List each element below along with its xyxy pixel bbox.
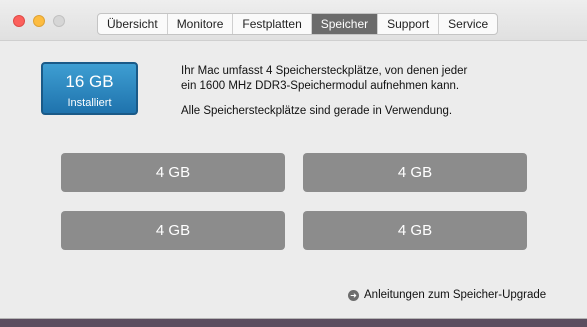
- zoom-window-button[interactable]: [53, 15, 65, 27]
- arrow-circle-icon: ➜: [348, 289, 359, 301]
- memory-slot-1: 4 GB: [61, 153, 285, 192]
- tab-uebersicht[interactable]: Übersicht: [98, 14, 168, 34]
- memory-slot-4: 4 GB: [303, 211, 527, 250]
- memory-installed-label: Installiert: [67, 97, 112, 109]
- memory-description-line-2: ein 1600 MHz DDR3-Speichermodul aufnehme…: [181, 80, 460, 92]
- tab-support[interactable]: Support: [378, 14, 440, 34]
- about-this-mac-window: Übersicht Monitore Festplatten Speicher …: [0, 0, 587, 319]
- memory-upgrade-link[interactable]: ➜ Anleitungen zum Speicher-Upgrade: [348, 288, 546, 302]
- tab-service[interactable]: Service: [439, 14, 497, 34]
- memory-slot-3: 4 GB: [61, 211, 285, 250]
- tab-speicher[interactable]: Speicher: [311, 14, 379, 34]
- tab-monitore[interactable]: Monitore: [168, 14, 234, 34]
- tab-bar: Übersicht Monitore Festplatten Speicher …: [97, 13, 499, 35]
- close-window-button[interactable]: [13, 15, 25, 27]
- minimize-window-button[interactable]: [33, 15, 45, 27]
- memory-total-value: 16 GB: [65, 72, 114, 91]
- memory-slot-2: 4 GB: [303, 153, 527, 192]
- memory-total-badge: 16 GB Installiert: [41, 62, 138, 115]
- memory-description-line-1: Ihr Mac umfasst 4 Speichersteckplätze, v…: [181, 65, 468, 77]
- titlebar: Übersicht Monitore Festplatten Speicher …: [0, 0, 587, 41]
- memory-slots-status: Alle Speichersteckplätze sind gerade in …: [181, 105, 453, 117]
- memory-upgrade-link-label: Anleitungen zum Speicher-Upgrade: [364, 289, 547, 301]
- tab-festplatten[interactable]: Festplatten: [233, 14, 312, 34]
